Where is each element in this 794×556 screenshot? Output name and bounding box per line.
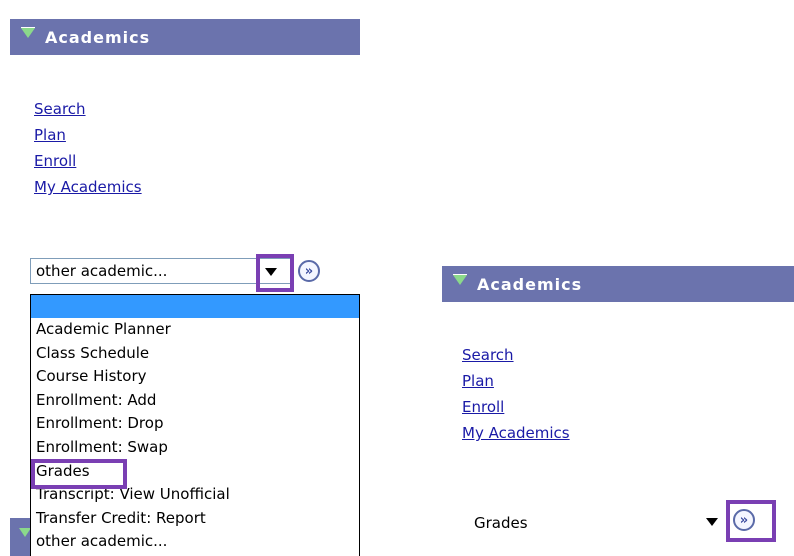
dropdown-option-course-history[interactable]: Course History: [31, 365, 359, 389]
dropdown-list[interactable]: Academic Planner Class Schedule Course H…: [30, 294, 360, 556]
go-button[interactable]: »: [298, 260, 320, 282]
dropdown-option-enrollment-add[interactable]: Enrollment: Add: [31, 389, 359, 413]
academics-header-left[interactable]: Academics: [10, 19, 360, 55]
academics-links-right: Search Plan Enroll My Academics: [462, 342, 570, 446]
dropdown-option-academic-planner[interactable]: Academic Planner: [31, 318, 359, 342]
select-value: other academic...: [36, 262, 168, 280]
search-link[interactable]: Search: [34, 96, 142, 122]
go-button[interactable]: »: [733, 509, 755, 531]
double-arrow-right-icon: »: [304, 263, 314, 279]
dropdown-option-blank[interactable]: [31, 295, 359, 318]
my-academics-link[interactable]: My Academics: [462, 420, 570, 446]
dropdown-option-other-academic[interactable]: other academic...: [31, 530, 359, 554]
chevron-down-icon[interactable]: [706, 518, 718, 526]
dropdown-option-transfer-credit[interactable]: Transfer Credit: Report: [31, 507, 359, 531]
grades-select[interactable]: Grades: [462, 510, 722, 536]
dropdown-option-enrollment-drop[interactable]: Enrollment: Drop: [31, 412, 359, 436]
enroll-link[interactable]: Enroll: [34, 148, 142, 174]
dropdown-option-class-schedule[interactable]: Class Schedule: [31, 342, 359, 366]
chevron-down-icon[interactable]: [265, 268, 277, 276]
academics-header-right[interactable]: Academics: [442, 266, 794, 302]
double-arrow-right-icon: »: [739, 512, 749, 528]
dropdown-option-transcript[interactable]: Transcript: View Unofficial: [31, 483, 359, 507]
dropdown-option-enrollment-swap[interactable]: Enrollment: Swap: [31, 436, 359, 460]
select-value: Grades: [474, 514, 528, 532]
collapse-triangle-icon[interactable]: [453, 274, 467, 285]
academics-header-title: Academics: [477, 274, 583, 294]
enroll-link[interactable]: Enroll: [462, 394, 570, 420]
academics-links-left: Search Plan Enroll My Academics: [34, 96, 142, 200]
collapse-triangle-icon[interactable]: [21, 27, 35, 38]
academics-header-title: Academics: [45, 27, 151, 47]
plan-link[interactable]: Plan: [34, 122, 142, 148]
my-academics-link[interactable]: My Academics: [34, 174, 142, 200]
search-link[interactable]: Search: [462, 342, 570, 368]
other-academic-select[interactable]: other academic...: [30, 258, 292, 284]
dropdown-option-grades[interactable]: Grades: [31, 460, 359, 484]
plan-link[interactable]: Plan: [462, 368, 570, 394]
